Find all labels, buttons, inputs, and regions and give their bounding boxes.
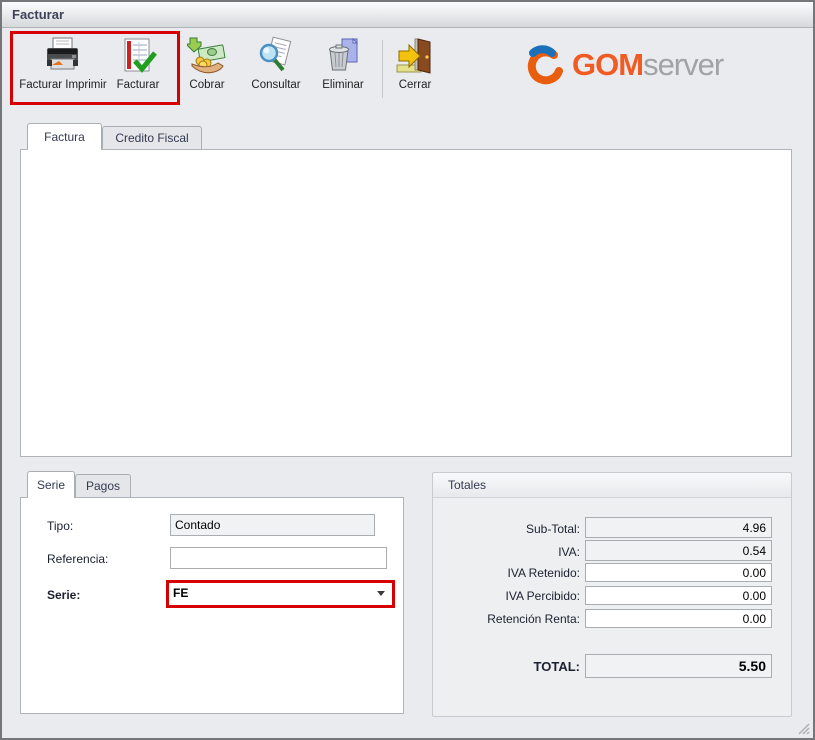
- serie-highlight-rectangle: FE: [166, 580, 395, 608]
- subtotal-field: 4.96: [585, 517, 772, 538]
- window-title: Facturar: [12, 7, 64, 22]
- tab-factura[interactable]: Factura: [27, 123, 102, 150]
- tab-label: Serie: [37, 478, 65, 492]
- gomserver-logo: GOMserver: [520, 42, 723, 88]
- facturar-window: Facturar Facturar Imprimir Facturar: [0, 0, 815, 740]
- trash-icon: [323, 36, 363, 76]
- total-field: 5.50: [585, 654, 772, 678]
- total-label: TOTAL:: [430, 659, 580, 674]
- toolbar-button-label: Cerrar: [399, 79, 432, 91]
- exit-door-icon: [395, 36, 435, 76]
- cobrar-button[interactable]: Cobrar: [174, 36, 240, 104]
- toolbar-button-label: Eliminar: [322, 79, 364, 91]
- toolbar-button-label: Facturar: [117, 79, 160, 91]
- cerrar-button[interactable]: Cerrar: [386, 36, 444, 104]
- brand-text-gom: GOM: [572, 47, 643, 83]
- eliminar-button[interactable]: Eliminar: [312, 36, 374, 104]
- consultar-button[interactable]: Consultar: [242, 36, 310, 104]
- tab-serie[interactable]: Serie: [27, 471, 75, 498]
- iva-retenido-input[interactable]: 0.00: [585, 563, 772, 582]
- tab-credito-fiscal[interactable]: Credito Fiscal: [102, 126, 202, 150]
- iva-retenido-label: IVA Retenido:: [430, 566, 580, 580]
- chevron-down-icon[interactable]: [377, 591, 385, 596]
- resize-grip[interactable]: [796, 721, 810, 735]
- invoice-check-icon: [118, 36, 158, 76]
- subtotal-label: Sub-Total:: [430, 522, 580, 536]
- retencion-renta-label: Retención Renta:: [430, 612, 580, 626]
- iva-percibido-input[interactable]: 0.00: [585, 586, 772, 605]
- serie-value: FE: [173, 586, 188, 600]
- serie-tipo-label: Tipo:: [47, 519, 73, 533]
- referencia-input[interactable]: [170, 547, 387, 569]
- serie-label: Serie:: [47, 588, 80, 602]
- printer-icon: [43, 36, 83, 76]
- tab-label: Pagos: [86, 479, 120, 493]
- toolbar-button-label: Cobrar: [189, 79, 224, 91]
- brand-text-server: server: [643, 47, 723, 83]
- retencion-renta-input[interactable]: 0.00: [585, 609, 772, 628]
- facturar-imprimir-button[interactable]: Facturar Imprimir: [14, 36, 112, 104]
- iva-field: 0.54: [585, 540, 772, 561]
- toolbar-button-label: Facturar Imprimir: [19, 79, 107, 91]
- tab-pagos[interactable]: Pagos: [75, 474, 131, 498]
- search-document-icon: [256, 36, 296, 76]
- referencia-label: Referencia:: [47, 552, 108, 566]
- gomserver-logo-icon: [520, 42, 566, 88]
- serie-tipo-field: Contado: [170, 514, 375, 536]
- facturar-button[interactable]: Facturar: [106, 36, 170, 104]
- toolbar-button-label: Consultar: [251, 79, 300, 91]
- totales-header: Totales: [433, 473, 791, 498]
- serie-combobox[interactable]: FE: [169, 583, 392, 605]
- collect-money-icon: [187, 36, 227, 76]
- tab-label: Credito Fiscal: [115, 131, 188, 145]
- iva-percibido-label: IVA Percibido:: [430, 589, 580, 603]
- iva-label: IVA:: [430, 545, 580, 559]
- tab-label: Factura: [44, 130, 85, 144]
- title-bar: Facturar: [2, 2, 813, 28]
- factura-tab-panel: [20, 149, 792, 457]
- toolbar-separator: [382, 40, 383, 98]
- totales-title: Totales: [448, 478, 486, 492]
